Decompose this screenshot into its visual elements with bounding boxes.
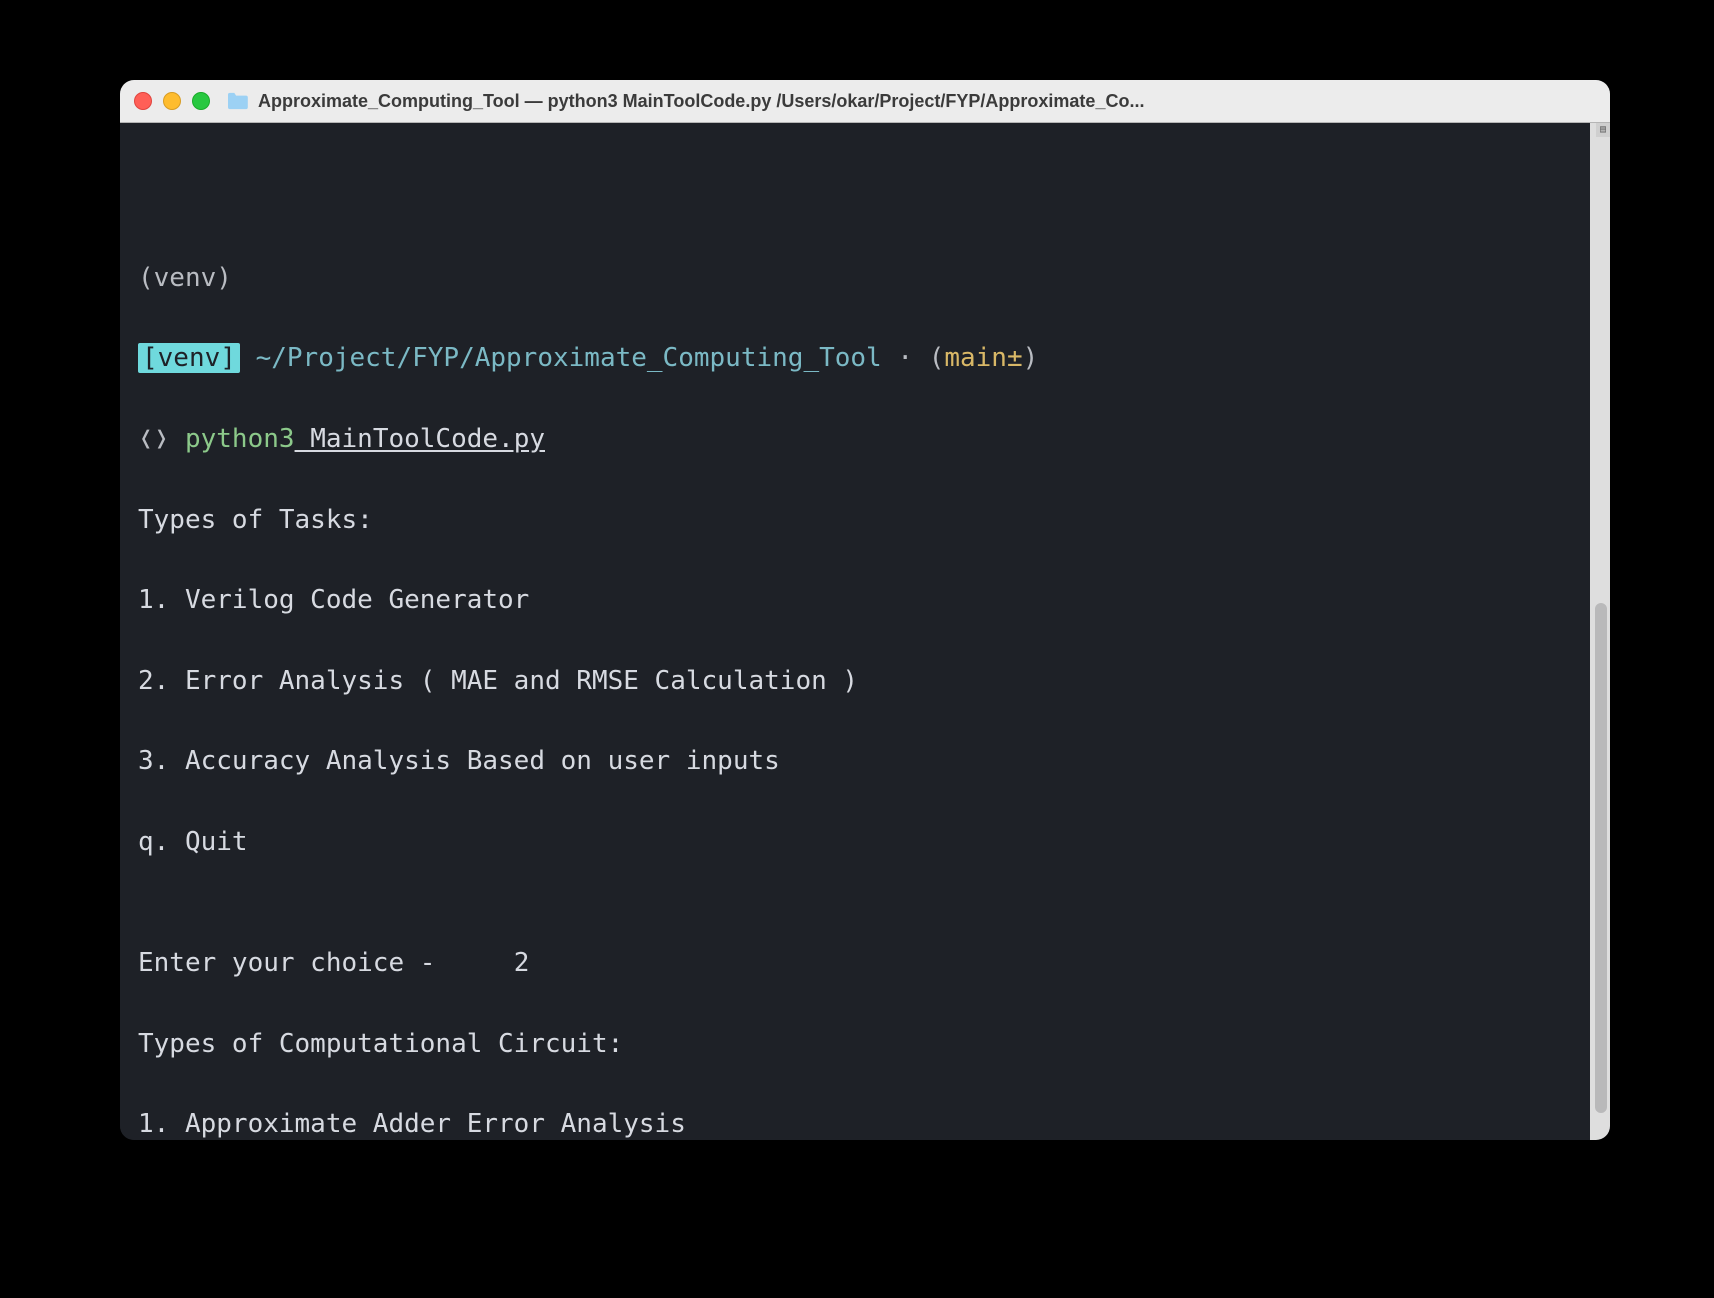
branch-open: ( bbox=[929, 343, 945, 373]
task-option: 2. Error Analysis ( MAE and RMSE Calcula… bbox=[138, 661, 1578, 701]
git-branch: main± bbox=[944, 343, 1022, 373]
terminal-window: Approximate_Computing_Tool — python3 Mai… bbox=[120, 80, 1610, 1140]
close-icon[interactable] bbox=[134, 92, 152, 110]
window-controls bbox=[134, 92, 210, 110]
minimize-icon[interactable] bbox=[163, 92, 181, 110]
folder-icon bbox=[226, 92, 248, 110]
task-option: 1. Verilog Code Generator bbox=[138, 580, 1578, 620]
choice-prompt: Enter your choice - bbox=[138, 948, 451, 978]
zoom-icon[interactable] bbox=[192, 92, 210, 110]
task-option: q. Quit bbox=[138, 822, 1578, 862]
task-option: 3. Accuracy Analysis Based on user input… bbox=[138, 741, 1578, 781]
titlebar[interactable]: Approximate_Computing_Tool — python3 Mai… bbox=[120, 80, 1610, 123]
scrollbar-track[interactable]: ▤ bbox=[1590, 123, 1610, 1140]
branch-close: ) bbox=[1023, 343, 1039, 373]
venv-badge: [venv] bbox=[138, 343, 240, 373]
prompt-symbol: ❬❭ bbox=[138, 424, 185, 454]
scrollbar-thumb[interactable] bbox=[1595, 603, 1607, 1113]
venv-indicator: (venv) bbox=[138, 263, 248, 293]
choice-value: 2 bbox=[451, 948, 529, 978]
circuit-header: Types of Computational Circuit: bbox=[138, 1024, 1578, 1064]
cwd-path: ~/Project/FYP/Approximate_Computing_Tool bbox=[240, 343, 882, 373]
window-title: Approximate_Computing_Tool — python3 Mai… bbox=[258, 91, 1596, 112]
terminal-viewport[interactable]: (venv) [venv] ~/Project/FYP/Approximate_… bbox=[120, 123, 1610, 1140]
circuit-option: 1. Approximate Adder Error Analysis bbox=[138, 1104, 1578, 1140]
prompt-separator: · bbox=[882, 343, 929, 373]
command-arg: MainToolCode.py bbox=[295, 424, 545, 454]
tasks-header: Types of Tasks: bbox=[138, 500, 1578, 540]
scrollbar-grip-icon[interactable]: ▤ bbox=[1596, 123, 1610, 137]
command-binary: python3 bbox=[185, 424, 295, 454]
terminal-output: (venv) [venv] ~/Project/FYP/Approximate_… bbox=[138, 218, 1578, 1140]
